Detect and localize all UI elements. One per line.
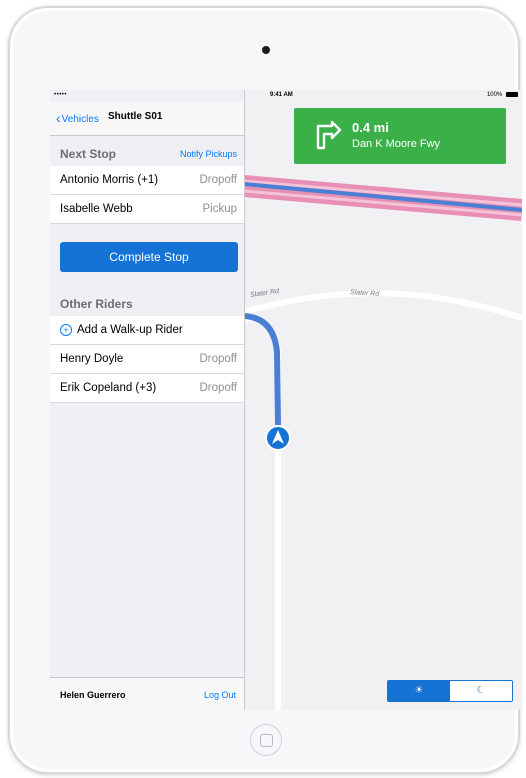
app-screen: Slater Rd Slater Rd 0.4 mi Dan K Moore F… xyxy=(50,90,522,710)
section-title: Other Riders xyxy=(60,297,133,311)
back-button[interactable]: ‹Vehicles xyxy=(56,110,99,126)
turn-distance: 0.4 mi xyxy=(352,120,389,135)
day-night-toggle[interactable]: ☀ ☾ xyxy=(387,680,513,702)
back-label: Vehicles xyxy=(61,114,99,125)
day-mode-button[interactable]: ☀ xyxy=(388,681,450,701)
chevron-left-icon: ‹ xyxy=(56,110,61,126)
map-canvas xyxy=(244,175,522,710)
navigation-bar: ‹Vehicles Shuttle S01 xyxy=(50,102,244,136)
rider-name: Antonio Morris (+1) xyxy=(60,174,159,186)
rider-panel: ‹Vehicles Shuttle S01 Next Stop Notify P… xyxy=(50,90,245,710)
home-square-icon xyxy=(260,734,273,747)
status-time: 9:41 AM xyxy=(270,92,293,98)
sun-icon: ☀ xyxy=(414,685,424,696)
notify-pickups-button[interactable]: Notify Pickups xyxy=(180,149,237,159)
add-walkup-rider-button[interactable]: + Add a Walk-up Rider xyxy=(50,316,244,345)
rider-role: Dropoff xyxy=(199,174,237,186)
night-mode-button[interactable]: ☾ xyxy=(450,681,512,701)
rider-name: Henry Doyle xyxy=(60,353,124,365)
complete-stop-button[interactable]: Complete Stop xyxy=(60,242,238,272)
rider-name: Isabelle Webb xyxy=(60,203,133,215)
side-road xyxy=(244,315,281,710)
turn-street: Dan K Moore Fwy xyxy=(352,138,441,150)
status-bar: ••••• 9:41 AM 100% xyxy=(50,90,522,102)
moon-icon: ☾ xyxy=(476,685,486,696)
route-line xyxy=(244,313,281,427)
rider-row[interactable]: Antonio Morris (+1) Dropoff xyxy=(50,166,244,195)
home-button[interactable] xyxy=(250,724,282,756)
next-stop-header: Next Stop Notify Pickups xyxy=(50,136,244,166)
panel-footer: Helen Guerrero Log Out xyxy=(50,677,244,710)
other-riders-header: Other Riders xyxy=(50,286,244,316)
page-title: Shuttle S01 xyxy=(108,111,163,122)
ipad-device-frame: Slater Rd Slater Rd 0.4 mi Dan K Moore F… xyxy=(8,6,522,774)
battery-indicator: 100% xyxy=(487,92,518,98)
signal-icon: ••••• xyxy=(54,92,68,98)
add-rider-label: Add a Walk-up Rider xyxy=(77,324,183,336)
current-location-icon xyxy=(265,425,291,451)
battery-percent: 100% xyxy=(486,92,503,99)
log-out-button[interactable]: Log Out xyxy=(204,690,236,700)
rider-row[interactable]: Erik Copeland (+3) Dropoff xyxy=(50,374,244,403)
plus-circle-icon: + xyxy=(60,324,72,336)
turn-instruction-banner[interactable]: 0.4 mi Dan K Moore Fwy xyxy=(294,108,506,164)
section-title: Next Stop xyxy=(60,147,117,161)
front-camera xyxy=(262,46,270,54)
rider-row[interactable]: Isabelle Webb Pickup xyxy=(50,195,244,224)
turn-right-icon xyxy=(316,120,342,150)
driver-name: Helen Guerrero xyxy=(60,690,126,700)
rider-role: Pickup xyxy=(202,203,237,215)
rider-row[interactable]: Henry Doyle Dropoff xyxy=(50,345,244,374)
rider-role: Dropoff xyxy=(199,382,237,394)
rider-name: Erik Copeland (+3) xyxy=(60,382,157,394)
battery-icon xyxy=(506,92,518,97)
map-view[interactable]: Slater Rd Slater Rd 0.4 mi Dan K Moore F… xyxy=(244,90,522,710)
rider-role: Dropoff xyxy=(199,353,237,365)
slater-road xyxy=(244,290,522,321)
